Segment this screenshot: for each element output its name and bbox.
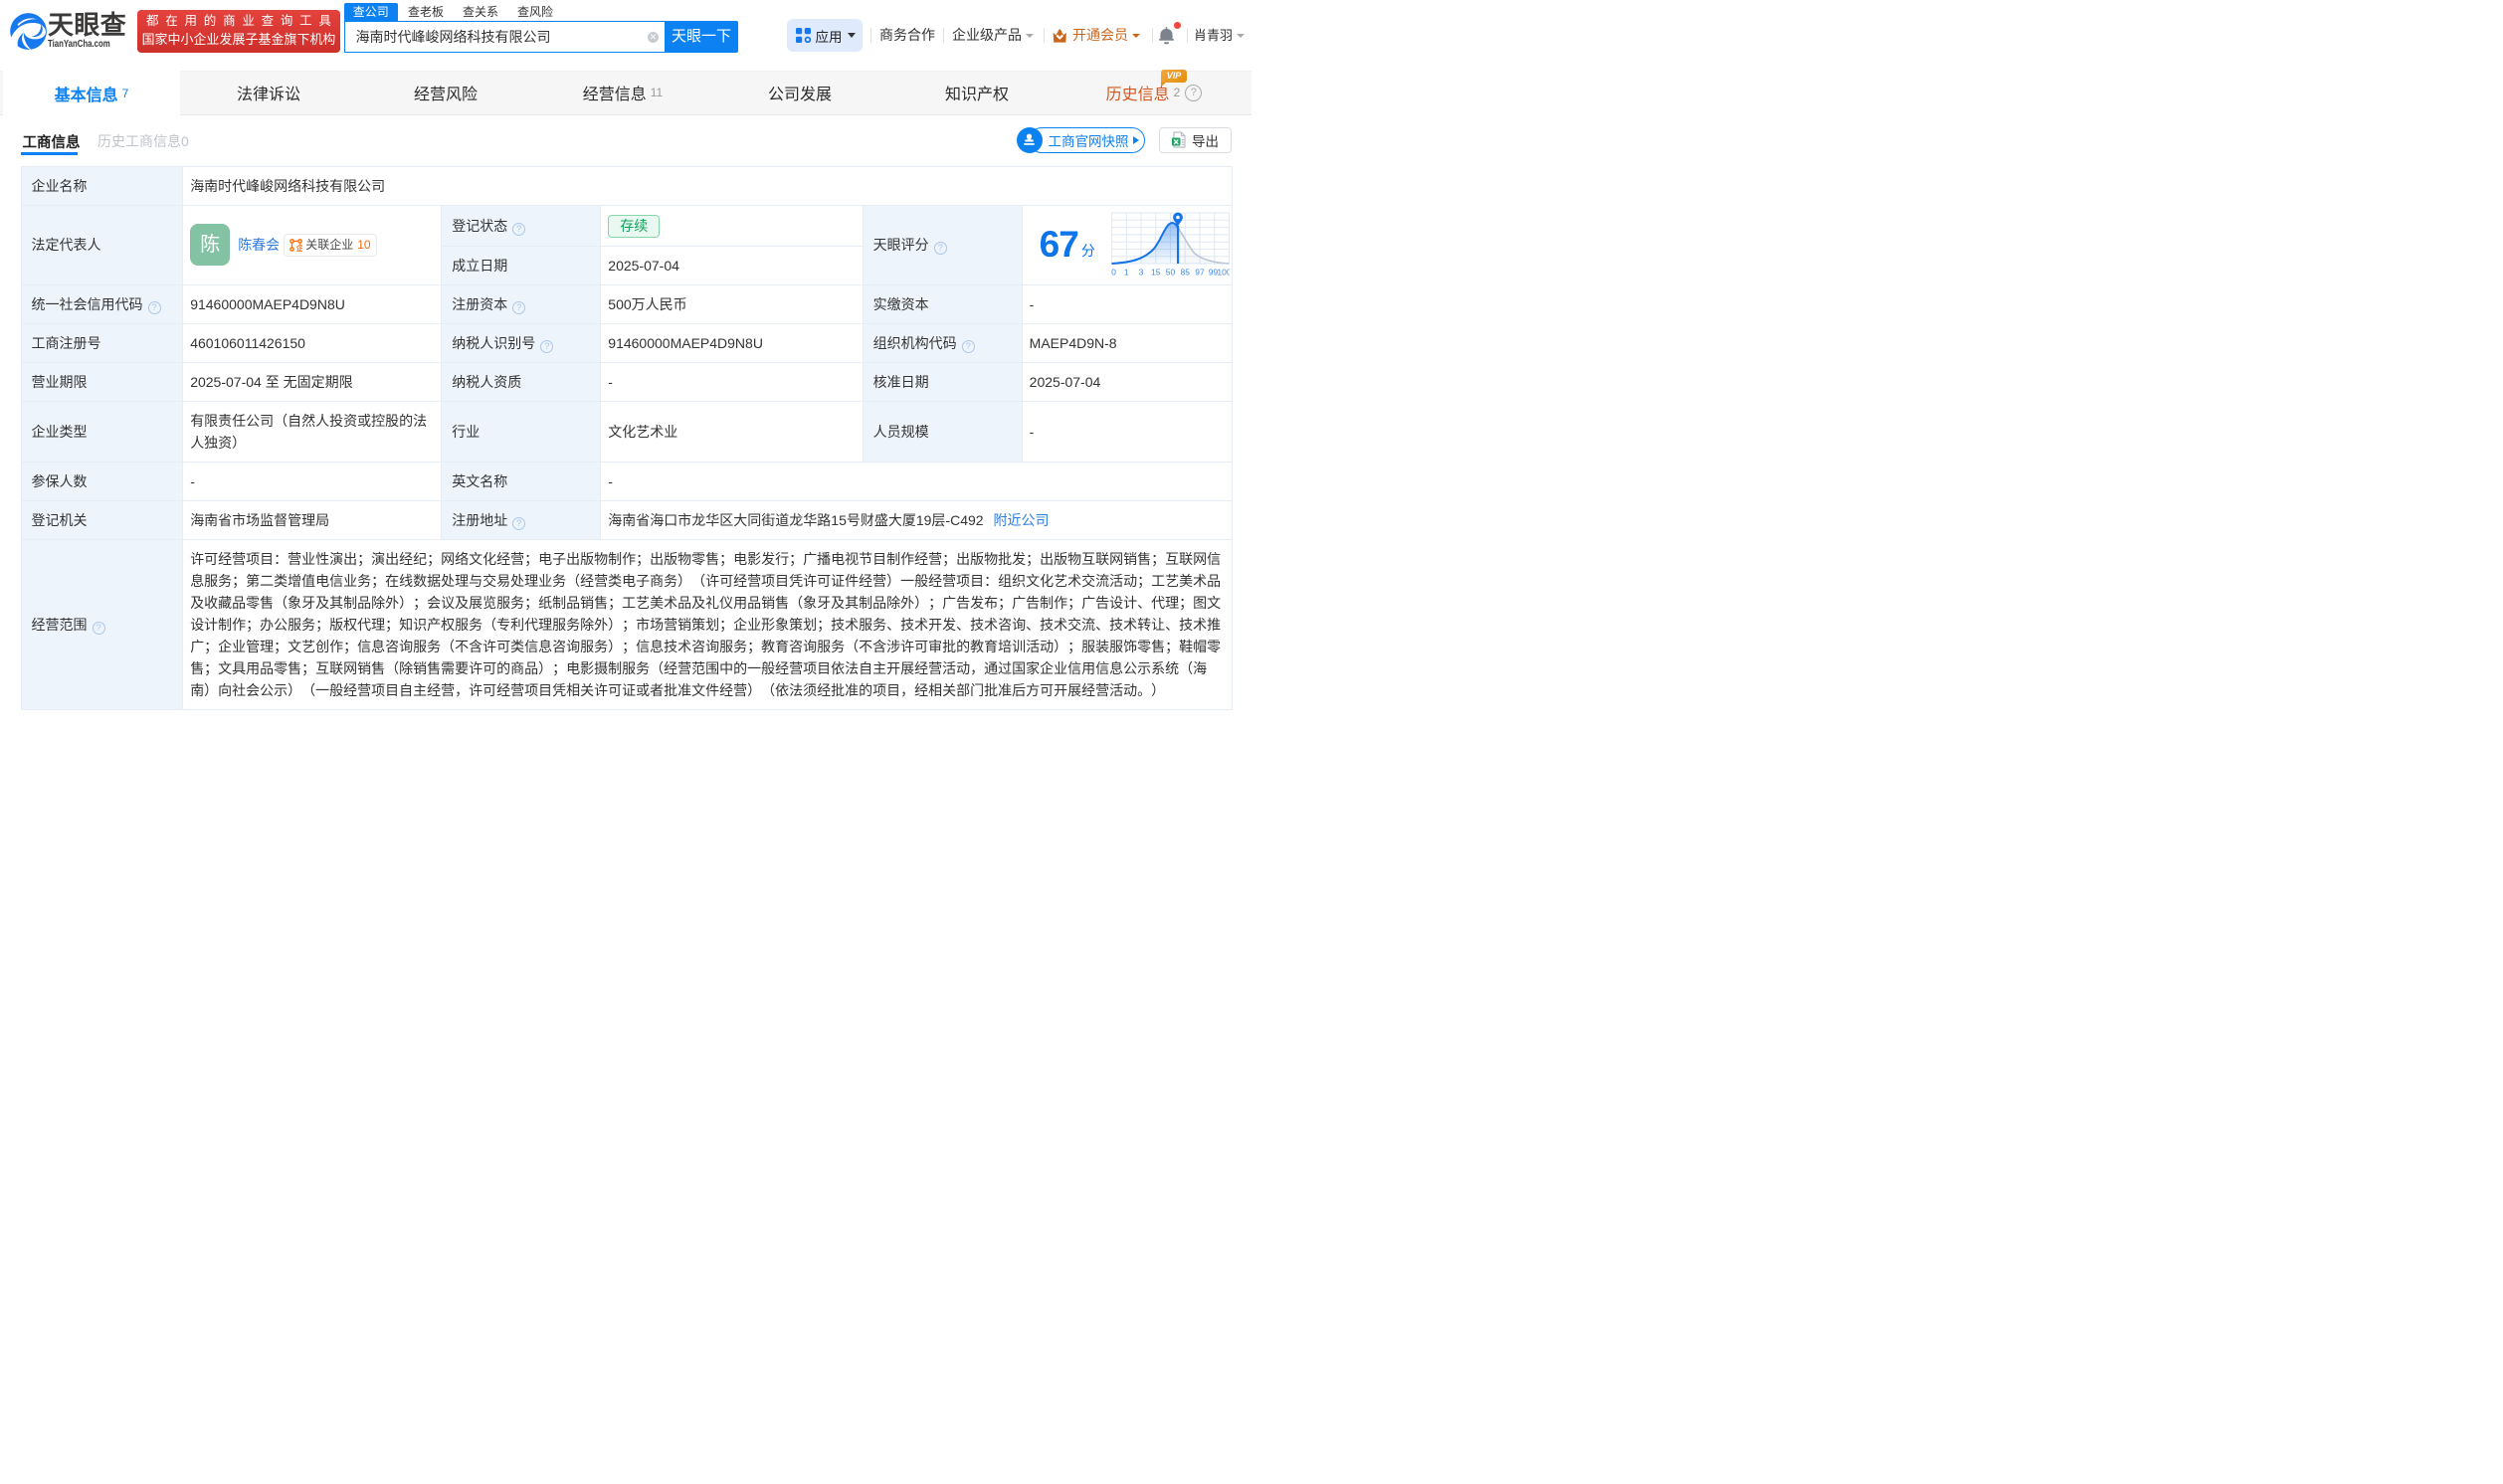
svg-text:85: 85 <box>1180 268 1190 278</box>
svg-text:50: 50 <box>1166 268 1176 278</box>
svg-text:1: 1 <box>1124 268 1129 278</box>
svg-text:0: 0 <box>1111 268 1116 278</box>
svg-text:100: 100 <box>1217 268 1230 278</box>
svg-text:97: 97 <box>1195 268 1205 278</box>
svg-text:企: 企 <box>295 243 302 252</box>
svg-text:3: 3 <box>1138 268 1143 278</box>
svg-text:15: 15 <box>1151 268 1161 278</box>
